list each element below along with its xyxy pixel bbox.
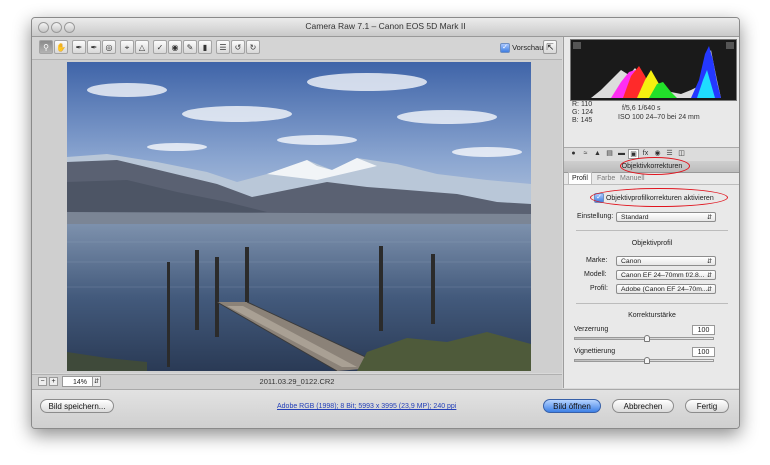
select-arrow-icon: ⇵ <box>706 215 712 221</box>
basic-tab-icon[interactable]: ● <box>568 149 579 159</box>
straighten-tool-icon[interactable]: △ <box>135 40 149 54</box>
tool-bar: ⚲ ✋ ✒ ✒ ◎ ⌖ △ ✓ ◉ ✎ ▮ ☰ ↺ ↻ ✓ Vorschau ⇱ <box>32 37 562 60</box>
title-bar: Camera Raw 7.1 – Canon EOS 5D Mark II <box>32 18 739 37</box>
crop-tool-icon[interactable]: ⌖ <box>120 40 134 54</box>
strength-section-title: Korrekturstärke <box>628 312 676 319</box>
setting-label: Einstellung: <box>577 213 614 220</box>
select-arrow-icon: ⇵ <box>706 273 712 279</box>
window-title: Camera Raw 7.1 – Canon EOS 5D Mark II <box>305 21 466 31</box>
lens-subtabs: Profil Farbe Manuell <box>564 172 739 185</box>
enable-profile-checkbox[interactable]: ✓ <box>594 193 604 203</box>
rotate-right-icon[interactable]: ↻ <box>246 40 260 54</box>
distortion-label: Verzerrung <box>574 326 609 333</box>
hand-tool-icon[interactable]: ✋ <box>54 40 68 54</box>
exposure-info: f/5,6 1/640 s <box>622 105 661 112</box>
effects-tab-icon[interactable]: fx <box>640 149 651 159</box>
distortion-slider[interactable] <box>574 335 714 342</box>
vignetting-slider[interactable] <box>574 357 714 364</box>
iso-lens-info: ISO 100 24–70 bei 24 mm <box>618 114 700 121</box>
photo-preview <box>67 62 531 371</box>
histogram <box>570 39 737 101</box>
setting-select[interactable]: Standard ⇵ <box>616 212 716 222</box>
presets-tab-icon[interactable]: ☰ <box>664 149 675 159</box>
fullscreen-icon[interactable]: ⇱ <box>543 40 557 54</box>
divider <box>576 303 728 304</box>
distortion-value-field[interactable]: 100 <box>692 325 715 335</box>
model-select[interactable]: Canon EF 24–70mm f/2.8... ⇵ <box>616 270 716 280</box>
model-value: Canon EF 24–70mm f/2.8... <box>621 272 705 279</box>
profile-label: Profil: <box>590 285 608 292</box>
color-sampler-tool-icon[interactable]: ✒ <box>87 40 101 54</box>
rgb-exif-readout: R: 110 G: 124 B: 145 f/5,6 1/640 s ISO 1… <box>570 101 735 131</box>
snapshots-tab-icon[interactable]: ◫ <box>676 149 687 159</box>
setting-value: Standard <box>621 214 649 221</box>
status-bar: − + 14% ⇵ 2011.03.29_0122.CR2 <box>32 374 562 389</box>
preview-label: Vorschau <box>512 43 544 52</box>
footer-bar: Bild speichern... Adobe RGB (1998); 8 Bi… <box>32 389 739 428</box>
split-toning-tab-icon[interactable]: ▬ <box>616 149 627 159</box>
save-image-button[interactable]: Bild speichern... <box>40 399 114 413</box>
cancel-button[interactable]: Abbrechen <box>612 399 674 413</box>
make-label: Marke: <box>586 257 608 264</box>
vignetting-slider-thumb[interactable] <box>644 357 650 364</box>
open-image-button[interactable]: Bild öffnen <box>543 399 601 413</box>
b-value: 145 <box>580 117 593 124</box>
profile-section-title: Objektivprofil <box>631 240 673 247</box>
red-eye-tool-icon[interactable]: ◉ <box>168 40 182 54</box>
camera-raw-window: Camera Raw 7.1 – Canon EOS 5D Mark II ⚲ … <box>31 17 740 429</box>
lake-landscape-image <box>67 62 531 371</box>
preview-checkbox[interactable]: ✓ <box>500 43 510 54</box>
image-canvas[interactable] <box>32 60 562 373</box>
workflow-options-link[interactable]: Adobe RGB (1998); 8 Bit; 5993 x 3995 (23… <box>277 403 456 410</box>
lens-corrections-tab-icon[interactable]: ▣ <box>628 149 639 159</box>
g-label: G: <box>572 109 580 116</box>
enable-profile-row[interactable]: ✓ Objektivprofilkorrekturen aktivieren <box>594 193 714 203</box>
preferences-tool-icon[interactable]: ☰ <box>216 40 230 54</box>
preview-toggle[interactable]: ✓ Vorschau <box>500 42 543 54</box>
file-name: 2011.03.29_0122.CR2 <box>259 377 335 386</box>
hsl-tab-icon[interactable]: ▤ <box>604 149 615 159</box>
vignetting-value-field[interactable]: 100 <box>692 347 715 357</box>
spot-removal-tool-icon[interactable]: ✓ <box>153 40 167 54</box>
enable-profile-label: Objektivprofilkorrekturen aktivieren <box>605 194 714 202</box>
graduated-filter-tool-icon[interactable]: ▮ <box>198 40 212 54</box>
select-arrow-icon: ⇵ <box>706 287 712 293</box>
target-adjustment-tool-icon[interactable]: ◎ <box>102 40 116 54</box>
distortion-slider-thumb[interactable] <box>644 335 650 342</box>
subtab-color[interactable]: Farbe <box>594 173 618 184</box>
make-value: Canon <box>621 258 642 265</box>
rotate-left-icon[interactable]: ↺ <box>231 40 245 54</box>
camera-calibration-tab-icon[interactable]: ◉ <box>652 149 663 159</box>
profile-value: Adobe (Canon EF 24–70m... <box>621 286 708 293</box>
white-balance-tool-icon[interactable]: ✒ <box>72 40 86 54</box>
model-label: Modell: <box>584 271 607 278</box>
subtab-manual[interactable]: Manuell <box>617 173 648 184</box>
tone-curve-tab-icon[interactable]: ≈ <box>580 149 591 159</box>
panel-tabs: ● ≈ ▲ ▤ ▬ ▣ fx ◉ ☰ ◫ <box>564 147 739 162</box>
profile-select[interactable]: Adobe (Canon EF 24–70m... ⇵ <box>616 284 716 294</box>
subtab-profile[interactable]: Profil <box>568 172 592 184</box>
r-value: 110 <box>580 101 593 108</box>
histogram-graph <box>591 46 721 98</box>
select-arrow-icon: ⇵ <box>706 259 712 265</box>
adjustment-brush-tool-icon[interactable]: ✎ <box>183 40 197 54</box>
g-value: 124 <box>581 109 594 116</box>
divider <box>576 230 728 231</box>
zoom-tool-icon[interactable]: ⚲ <box>39 40 53 54</box>
vignetting-label: Vignettierung <box>574 348 616 355</box>
make-select[interactable]: Canon ⇵ <box>616 256 716 266</box>
b-label: B: <box>572 117 579 124</box>
r-label: R: <box>572 101 579 108</box>
adjustments-sidebar: R: 110 G: 124 B: 145 f/5,6 1/640 s ISO 1… <box>563 37 739 388</box>
done-button[interactable]: Fertig <box>685 399 729 413</box>
detail-tab-icon[interactable]: ▲ <box>592 149 603 159</box>
